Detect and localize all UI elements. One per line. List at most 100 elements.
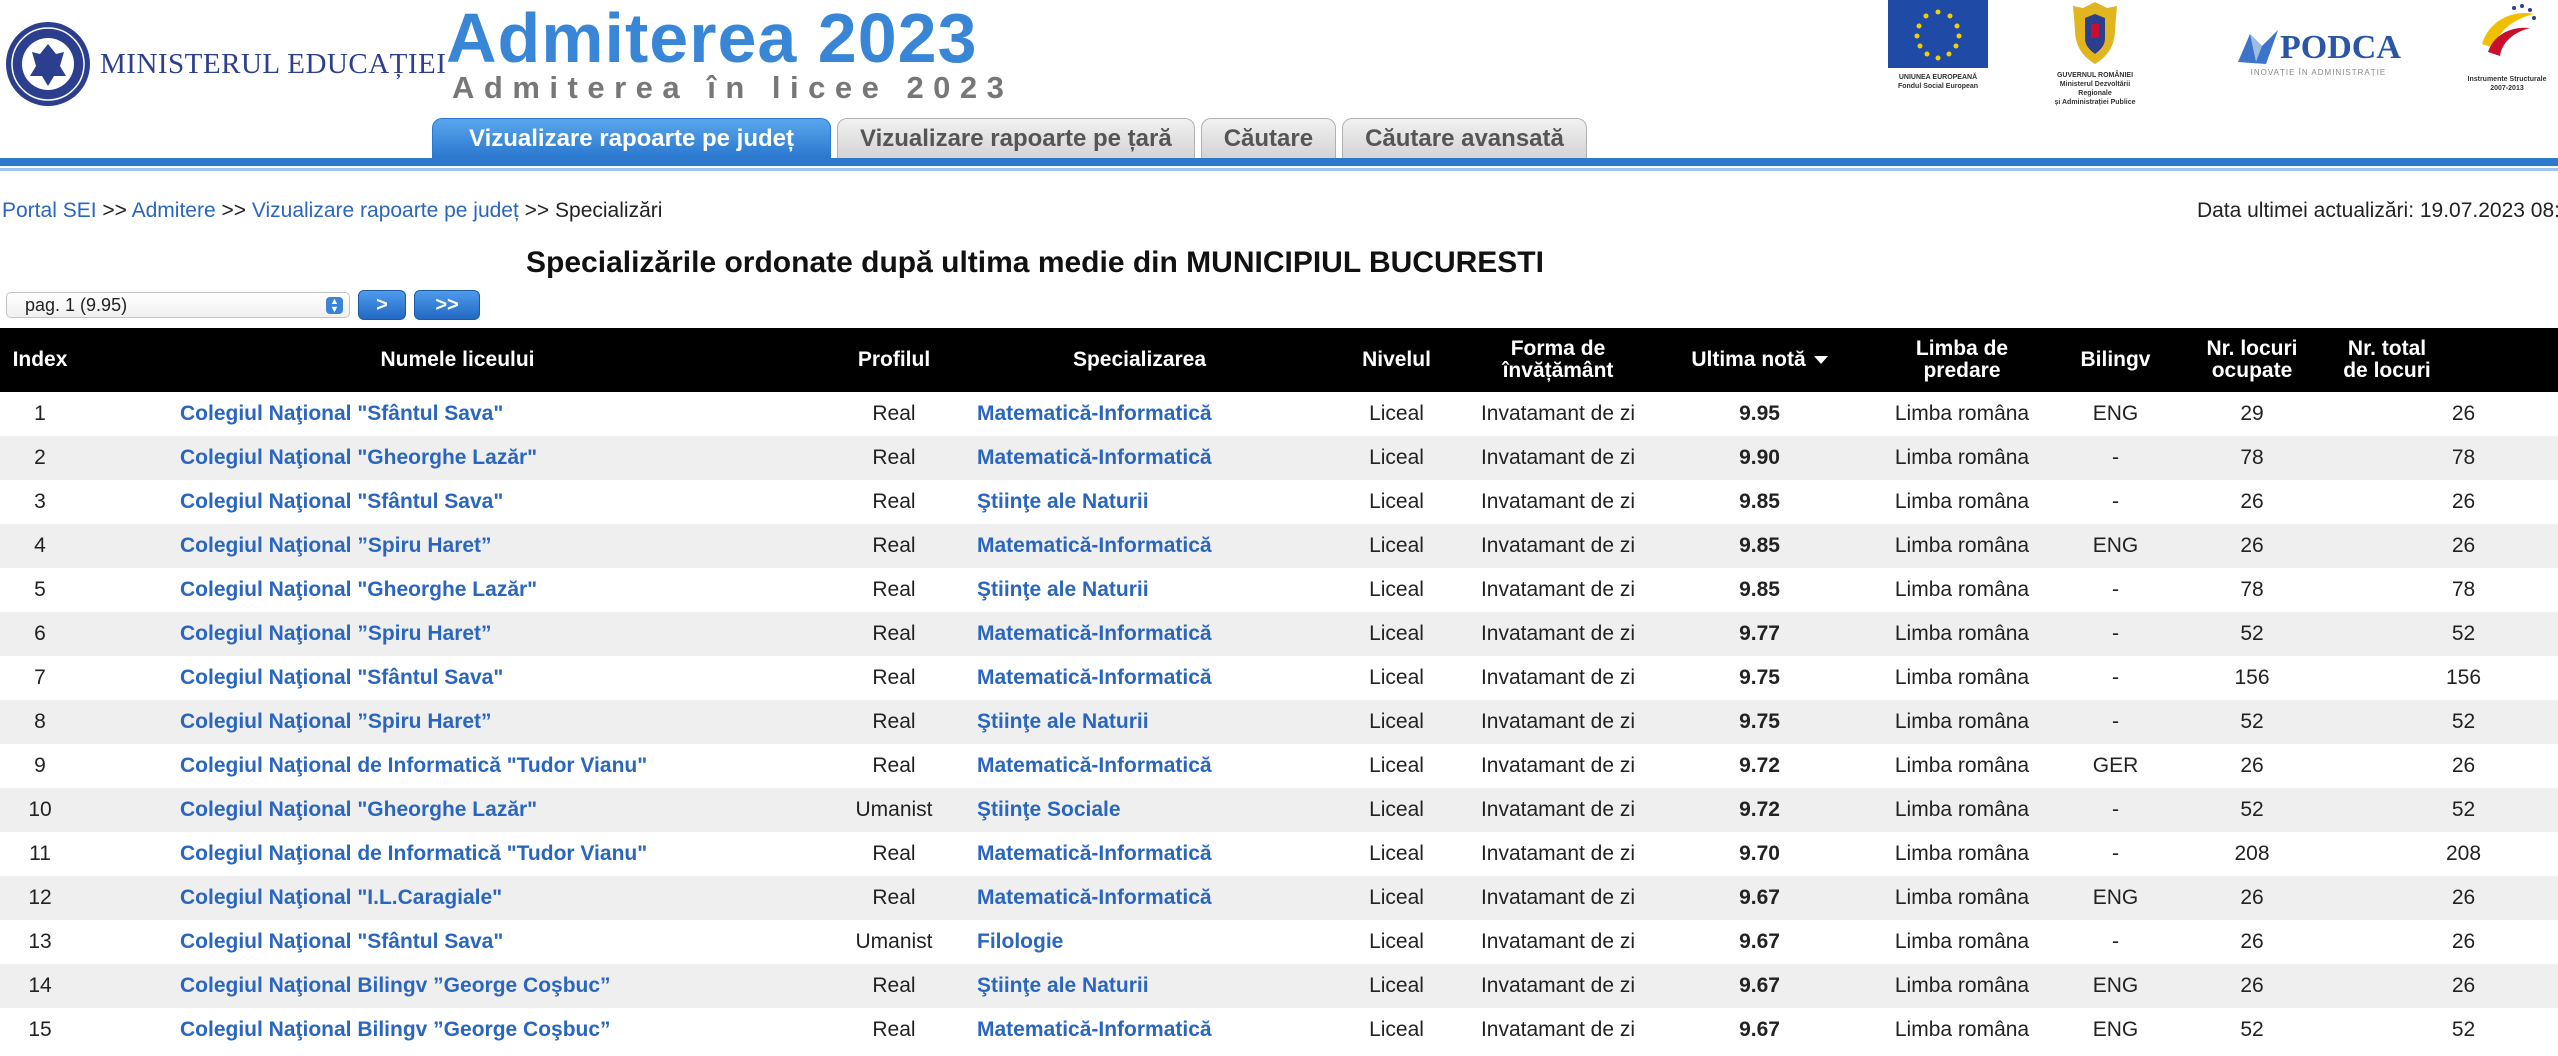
cell-specialization: Matematică-Informatică [953, 832, 1326, 876]
specialization-link[interactable]: Matematică-Informatică [977, 1018, 1212, 1041]
cell-language: Limba româna [1894, 534, 2030, 557]
school-link[interactable]: Colegiul Naţional "I.L.Caragiale" [180, 886, 502, 909]
cell-school: Colegiul Naţional "Sfântul Sava" [80, 480, 835, 524]
cell-level: Liceal [1369, 1018, 1424, 1041]
cell-specialization: Matematică-Informatică [953, 656, 1326, 700]
col-specialization[interactable]: Specializarea [953, 328, 1326, 392]
cell-seats-occupied: 26 [2240, 930, 2264, 953]
specialization-link[interactable]: Ştiinţe Sociale [977, 798, 1121, 821]
specialization-link[interactable]: Matematică-Informatică [977, 886, 1212, 909]
cell-language: Limba româna [1894, 886, 2030, 909]
school-link[interactable]: Colegiul Naţional ”Spiru Haret” [180, 622, 492, 645]
cell-language: Limba româna [1894, 798, 2030, 821]
next-page-button[interactable]: > [358, 290, 406, 320]
cell-education-form: Invatamant de zi [1480, 886, 1636, 909]
table-row: 6 Colegiul Naţional ”Spiru Haret” Real Mate… [0, 612, 2558, 656]
table-row: 9 Colegiul Naţional de Informatică "Tudor… [0, 744, 2558, 788]
school-link[interactable]: Colegiul Naţional Bilingv ”George Coşbuc… [180, 1018, 611, 1041]
specialization-link[interactable]: Matematică-Informatică [977, 622, 1212, 645]
table-row: 13 Colegiul Naţional "Sfântul Sava" Umanis… [0, 920, 2558, 964]
school-link[interactable]: Colegiul Naţional "Sfântul Sava" [180, 930, 503, 953]
school-link[interactable]: Colegiul Naţional de Informatică "Tudor … [180, 754, 647, 777]
cell-level: Liceal [1369, 930, 1424, 953]
cell-index: 4 [34, 534, 46, 557]
school-link[interactable]: Colegiul Naţional ”Spiru Haret” [180, 534, 492, 557]
cell-seats-occupied: 52 [2240, 1018, 2264, 1041]
last-page-button[interactable]: >> [414, 290, 480, 320]
cell-education-form: Invatamant de zi [1480, 754, 1636, 777]
cell-language: Limba româna [1894, 490, 2030, 513]
cell-profile: Real [872, 754, 916, 777]
specialization-link[interactable]: Ştiinţe ale Naturii [977, 578, 1149, 601]
ministry-logo[interactable]: MINISTERUL EDUCAȚIEI [4, 20, 446, 108]
cell-seats-total: 156 [2445, 666, 2482, 689]
cell-last-grade: 9.75 [1739, 666, 1780, 689]
gov-logo: GUVERNUL ROMÂNIEI Ministerul Dezvoltării… [2050, 0, 2140, 107]
tab-search[interactable]: Căutare [1200, 118, 1337, 158]
breadcrumb-county-reports[interactable]: Vizualizare rapoarte pe județ [252, 199, 519, 222]
school-link[interactable]: Colegiul Naţional de Informatică "Tudor … [180, 842, 647, 865]
specialization-link[interactable]: Matematică-Informatică [977, 842, 1212, 865]
specialization-link[interactable]: Matematică-Informatică [977, 446, 1212, 469]
cell-bilingual: - [2112, 842, 2119, 865]
specialization-link[interactable]: Matematică-Informatică [977, 666, 1212, 689]
cell-index: 3 [34, 490, 46, 513]
school-link[interactable]: Colegiul Naţional ”Spiru Haret” [180, 710, 492, 733]
cell-language: Limba româna [1894, 446, 2030, 469]
school-link[interactable]: Colegiul Naţional Bilingv ”George Coşbuc… [180, 974, 611, 997]
cell-level: Liceal [1369, 666, 1424, 689]
cell-bilingual: ENG [2092, 1018, 2139, 1041]
cell-index: 2 [34, 446, 46, 469]
site-subtitle: Admiterea în licee 2023 [452, 70, 1014, 105]
breadcrumb-admitere[interactable]: Admitere [132, 199, 216, 222]
table-row: 11 Colegiul Naţional de Informatică "Tudo… [0, 832, 2558, 876]
tab-country-reports[interactable]: Vizualizare rapoarte pe țară [837, 118, 1195, 158]
school-link[interactable]: Colegiul Naţional "Gheorghe Lazăr" [180, 446, 537, 469]
cell-specialization: Ştiinţe ale Naturii [953, 964, 1326, 1008]
col-seats-occupied[interactable]: Nr. locuri ocupate [2177, 328, 2327, 392]
cell-language: Limba româna [1894, 930, 2030, 953]
col-last-grade[interactable]: Ultima notă [1649, 328, 1870, 392]
tab-county-reports[interactable]: Vizualizare rapoarte pe județ [432, 118, 831, 158]
structural-caption-1: Instrumente Structurale [2467, 76, 2547, 83]
cell-seats-total: 52 [2451, 798, 2476, 821]
cell-profile: Real [872, 710, 916, 733]
school-link[interactable]: Colegiul Naţional "Gheorghe Lazăr" [180, 578, 537, 601]
school-link[interactable]: Colegiul Naţional "Sfântul Sava" [180, 490, 503, 513]
cell-language: Limba româna [1894, 622, 2030, 645]
specialization-link[interactable]: Ştiinţe ale Naturii [977, 974, 1149, 997]
specialization-link[interactable]: Ştiinţe ale Naturii [977, 490, 1149, 513]
tab-advanced-search[interactable]: Căutare avansată [1342, 118, 1587, 158]
page-title: Specializările ordonate după ultima medi… [526, 246, 1544, 279]
col-profile[interactable]: Profilul [835, 328, 953, 392]
cell-bilingual: - [2112, 930, 2119, 953]
cell-profile: Real [872, 666, 916, 689]
col-index[interactable]: Index [0, 328, 80, 392]
col-bilingual[interactable]: Bilingv [2054, 328, 2177, 392]
specialization-link[interactable]: Filologie [977, 930, 1063, 953]
cell-education-form: Invatamant de zi [1480, 446, 1636, 469]
cell-language: Limba româna [1894, 974, 2030, 997]
school-link[interactable]: Colegiul Naţional "Sfântul Sava" [180, 402, 503, 425]
col-teaching-language[interactable]: Limba de predare [1870, 328, 2054, 392]
col-school-name[interactable]: Numele liceului [80, 328, 835, 392]
page-select[interactable]: pag. 1 (9.95) ▲ ▼ [6, 292, 350, 318]
school-link[interactable]: Colegiul Naţional "Sfântul Sava" [180, 666, 503, 689]
cell-school: Colegiul Naţional "Gheorghe Lazăr" [80, 436, 835, 480]
specialization-link[interactable]: Matematică-Informatică [977, 402, 1212, 425]
cell-profile: Real [872, 402, 916, 425]
specialization-link[interactable]: Ştiinţe ale Naturii [977, 710, 1149, 733]
specialization-link[interactable]: Matematică-Informatică [977, 534, 1212, 557]
cell-seats-total: 52 [2451, 1018, 2476, 1041]
cell-bilingual: - [2112, 798, 2119, 821]
specialization-link[interactable]: Matematică-Informatică [977, 754, 1212, 777]
col-education-form[interactable]: Forma de învățământ [1467, 328, 1649, 392]
cell-school: Colegiul Naţional ”Spiru Haret” [80, 700, 835, 744]
breadcrumb-portal-sei[interactable]: Portal SEI [2, 199, 97, 222]
cell-level: Liceal [1369, 490, 1424, 513]
col-level[interactable]: Nivelul [1326, 328, 1467, 392]
gov-caption-3: și Administrației Publice [2054, 99, 2136, 106]
col-seats-total[interactable]: Nr. total de locuri [2327, 328, 2558, 392]
school-link[interactable]: Colegiul Naţional "Gheorghe Lazăr" [180, 798, 537, 821]
cell-level: Liceal [1369, 402, 1424, 425]
